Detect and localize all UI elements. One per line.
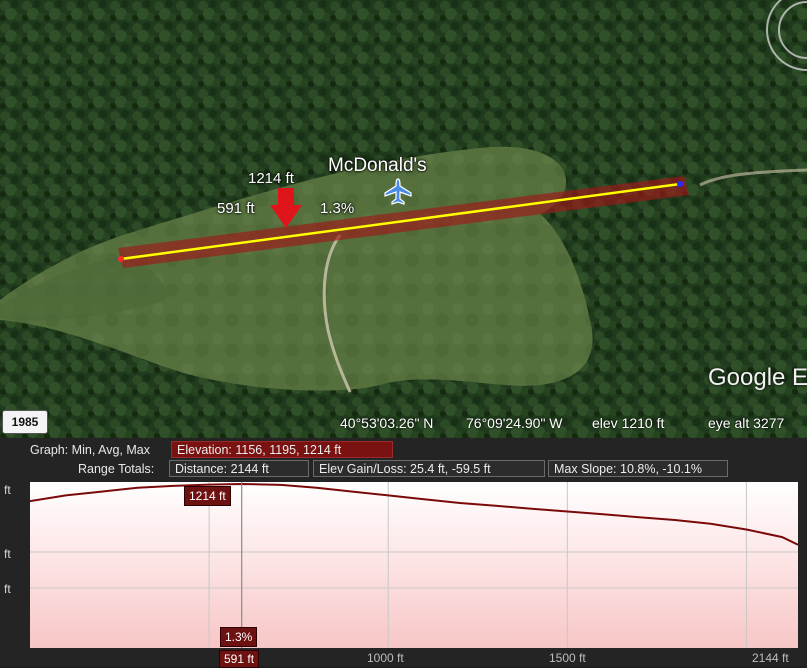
path-start-point (118, 256, 124, 262)
max-slope-box[interactable]: Max Slope: 10.8%, -10.1% (548, 460, 728, 477)
eye-altitude-readout: eye alt 3277 (708, 415, 785, 431)
y-axis-unit-top: ft (4, 483, 11, 497)
cursor-slope-label: 1.3% (220, 627, 258, 647)
marker-slope-label: 1.3% (320, 200, 355, 217)
y-axis-unit-bottom: ft (4, 582, 11, 596)
marker-elevation-label: 1214 ft (248, 170, 294, 187)
x-axis-tick: 1500 ft (549, 651, 586, 665)
elevation-stats-box[interactable]: Elevation: 1156, 1195, 1214 ft (171, 441, 393, 458)
range-totals-row: Range Totals: Distance: 2144 ft Elev Gai… (0, 460, 807, 478)
status-bar: 40°53'03.26" N 76°09'24.90" W elev 1210 … (0, 412, 807, 436)
elevation-readout: elev 1210 ft (592, 415, 665, 431)
x-axis-tick: 1000 ft (367, 651, 404, 665)
elevation-profile-chart[interactable] (30, 482, 798, 648)
place-label[interactable]: McDonald's (328, 155, 427, 177)
map-view[interactable]: McDonald's 1214 ft 591 ft 1.3% Google Ea… (0, 0, 807, 438)
elevation-profile-line (30, 482, 798, 546)
graph-label: Graph: Min, Avg, Max (30, 443, 150, 457)
satellite-imagery (0, 0, 807, 438)
elev-gain-loss-box[interactable]: Elev Gain/Loss: 25.4 ft, -59.5 ft (313, 460, 545, 477)
longitude-readout: 76°09'24.90" W (466, 415, 563, 431)
cursor-elevation-label: 1214 ft (184, 486, 231, 506)
graph-stats-row: Graph: Min, Avg, Max Elevation: 1156, 11… (0, 441, 807, 459)
google-earth-logo: Google Earth (708, 364, 807, 391)
cursor-distance-label: 591 ft (219, 650, 260, 668)
y-axis-unit-middle: ft (4, 547, 11, 561)
distance-box[interactable]: Distance: 2144 ft (169, 460, 309, 477)
range-totals-label: Range Totals: (78, 462, 155, 476)
marker-distance-label: 591 ft (217, 200, 255, 217)
profile-plot[interactable] (30, 482, 798, 648)
path-end-point (677, 181, 683, 187)
latitude-readout: 40°53'03.26" N (340, 415, 434, 431)
x-axis-tick: 2144 ft (752, 651, 789, 665)
